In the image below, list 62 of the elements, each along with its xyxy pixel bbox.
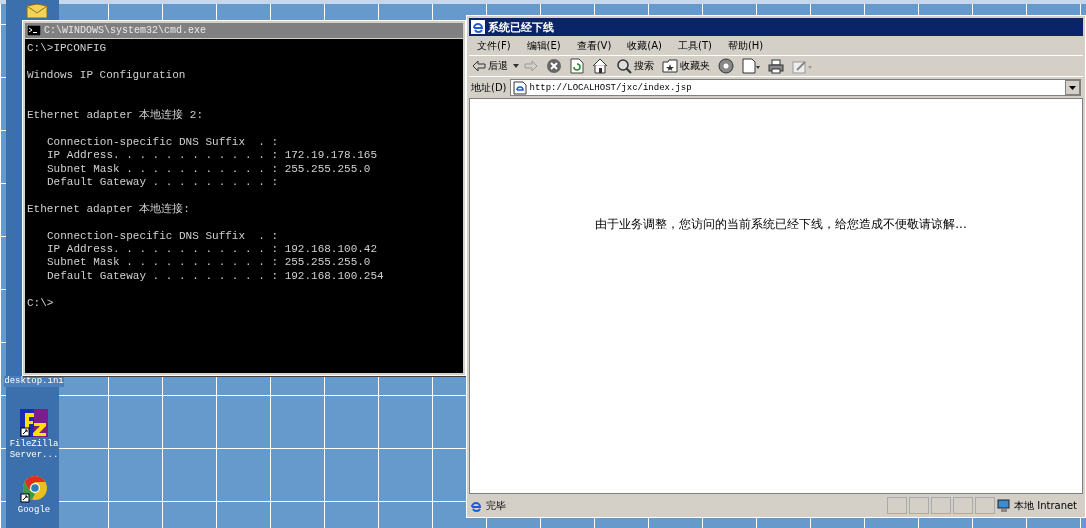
status-pane [909, 497, 929, 514]
forward-arrow-icon [524, 60, 538, 72]
computer-icon [997, 498, 1011, 513]
desktop-icon-label[interactable]: Google [17, 505, 51, 516]
caret-icon[interactable] [513, 64, 519, 68]
dropdown-button[interactable] [1065, 80, 1080, 95]
menu-item[interactable]: 收藏(A) [619, 38, 670, 53]
toolbar-button[interactable]: 后退 [469, 56, 511, 76]
home-icon [592, 58, 608, 74]
toolbar-button[interactable] [765, 56, 787, 76]
window-title-bar[interactable]: 系统已经下线 [469, 18, 1083, 36]
console-prompt: C:\> [27, 296, 55, 311]
window-title: 系统已经下线 [488, 19, 554, 35]
console-line: Connection-specific DNS Suffix . : [46, 229, 280, 243]
refresh-icon [570, 58, 584, 74]
console-line: Default Gateway . . . . . . . . . : 192.168.100.254 [46, 269, 385, 284]
status-pane [975, 497, 995, 514]
pencil-icon [792, 58, 812, 74]
stop-icon [546, 58, 562, 74]
envelope-icon [26, 4, 48, 18]
console-line: Connection-specific DNS Suffix . : [46, 135, 280, 150]
console-line: Default Gateway . . . . . . . . . : [46, 176, 280, 190]
menu-item[interactable]: 查看(V) [568, 38, 620, 53]
toolbar-button[interactable]: 搜索 [613, 56, 657, 76]
disc-icon [718, 58, 734, 74]
menu-item[interactable]: 编辑(E) [518, 38, 569, 53]
star-folder-icon [662, 59, 678, 73]
search-icon [616, 58, 632, 74]
toolbar-button[interactable] [715, 56, 737, 76]
menu-item[interactable]: 工具(T) [670, 38, 720, 53]
browser-icon [471, 20, 485, 34]
filezilla-icon[interactable] [20, 409, 48, 437]
page-icon [512, 80, 527, 95]
desktop-icon-label[interactable]: desktop.ini [4, 376, 64, 387]
status-pane [953, 497, 973, 514]
caret-icon [1069, 85, 1076, 90]
desktop-icon-label[interactable]: FileZilla Server... [6, 439, 62, 461]
console-line: IP Address. . . . . . . . . . . . : 172.19.178.165 [46, 149, 379, 163]
printer-icon [768, 58, 784, 74]
menu-item[interactable]: 帮助(H) [719, 38, 772, 53]
console-line: Windows IP Configuration [27, 68, 187, 83]
console-line: C:\>IPCONFIG [27, 42, 108, 56]
console-line: Ethernet adapter 本地连接 2: [27, 109, 205, 123]
document-icon [742, 58, 760, 74]
window-title: C:\WINDOWS\system32\cmd.exe [44, 25, 207, 36]
toolbar-button[interactable]: 收藏夹 [659, 56, 713, 76]
status-text: 完毕 [486, 498, 506, 513]
address-field[interactable]: http://LOCALHOST/jxc/index.jsp [509, 79, 1081, 96]
menu-item[interactable]: 文件(F) [469, 38, 519, 53]
console-icon [27, 25, 41, 36]
console-line: Subnet Mask . . . . . . . . . . . : 255.255.255.0 [46, 162, 372, 176]
chrome-icon[interactable] [20, 475, 48, 503]
console-line: Subnet Mask . . . . . . . . . . . : 255.255.255.0 [46, 256, 372, 270]
console-line: Ethernet adapter 本地连接: [27, 202, 191, 217]
toolbar-button[interactable] [739, 56, 763, 76]
address-label: 地址(D) [470, 80, 507, 95]
notice-text: 由于业务调整，您访问的当前系统已经下线，给您造成不便敬请谅解... [594, 216, 967, 232]
status-pane [931, 497, 951, 514]
status-pane [887, 497, 907, 514]
back-arrow-icon [472, 60, 486, 72]
security-zone: 本地 Intranet [1014, 498, 1078, 513]
console-line: IP Address. . . . . . . . . . . . : 192.168.100.42 [46, 243, 379, 257]
